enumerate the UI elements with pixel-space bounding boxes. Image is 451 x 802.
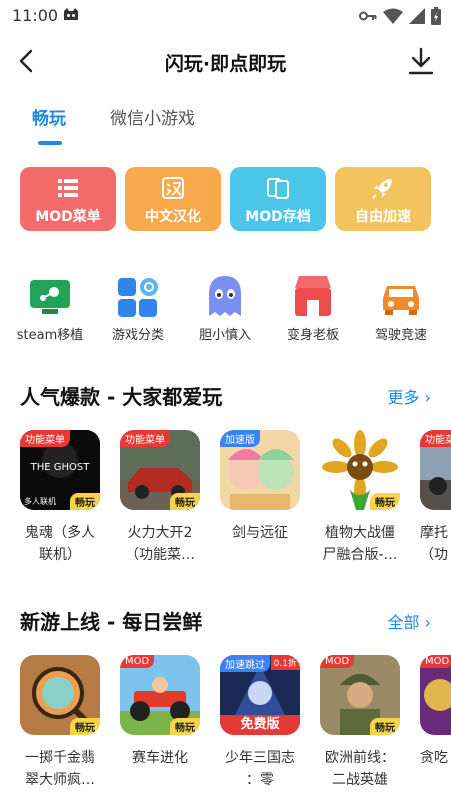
more-link[interactable]: 更多 ›	[388, 384, 432, 408]
free-speedup-label: 自由加速	[355, 209, 411, 225]
popular-games-row: 功能菜单 THE GHOST 多人联机 畅玩 鬼魂（多人 联机） 功能菜单 畅玩 …	[0, 430, 451, 580]
category-row: steam移植 游戏分类 胆小慎入 变身老板 驾驶竞速	[0, 272, 451, 352]
tab-changwan[interactable]: 畅玩	[32, 104, 66, 129]
active-tab-indicator	[38, 141, 62, 145]
game-name: 一掷千金翡 翠大师疯…	[25, 750, 95, 788]
cat-notification-icon	[64, 8, 78, 20]
game-name: 少年三国志 ：零	[225, 750, 295, 788]
game-icon[interactable]: 畅玩	[320, 430, 400, 510]
category-label: 驾驶竞速	[374, 328, 427, 343]
chinese-localization-button[interactable]: 中文汉化	[125, 167, 221, 231]
game-icon[interactable]: 功能菜单 THE GHOST 多人联机 畅玩	[20, 430, 100, 510]
feature-buttons: MOD菜单 中文汉化 MOD存档 自由加速	[20, 167, 432, 233]
game-card[interactable]: 功能菜单 畅玩 火力大开2 （功能菜…	[120, 430, 212, 566]
page-title: 闪玩·即点即玩	[164, 53, 287, 75]
shop-icon	[295, 276, 331, 316]
game-icon[interactable]: 加速跳过 0.1折 免费版	[220, 655, 300, 735]
game-card[interactable]: 加速跳过 0.1折 免费版 少年三国志 ：零	[220, 655, 312, 791]
section-title: 人气爆款 - 大家都爱玩	[20, 385, 223, 409]
play-badge: 畅玩	[370, 493, 400, 510]
game-icon[interactable]: 功能菜单 畅玩	[120, 430, 200, 510]
play-badge: 畅玩	[170, 493, 200, 510]
discount-tag: 0.1折	[270, 655, 300, 670]
new-games-row: 畅玩 一掷千金翡 翠大师疯… MOD 畅玩 赛车进化 加速跳过 0.1折 免费版…	[0, 655, 451, 802]
battery-icon	[431, 7, 441, 25]
game-name: 赛车进化	[132, 750, 188, 766]
category-label: 胆小慎入	[198, 328, 251, 343]
game-icon[interactable]: 畅玩	[20, 655, 100, 735]
category-game-types[interactable]: 游戏分类	[93, 272, 183, 343]
game-name: 植物大战僵 尸融合版-…	[322, 525, 398, 563]
game-name: 贪吃	[420, 750, 448, 766]
game-card[interactable]: MOD 畅玩 赛车进化	[120, 655, 212, 769]
game-tag: 加速版	[220, 430, 260, 447]
category-scary[interactable]: 胆小慎入	[180, 272, 270, 343]
game-icon[interactable]: MOD 畅玩	[320, 655, 400, 735]
game-card[interactable]: 功能菜单 摩托（功	[420, 430, 451, 566]
game-name: 剑与远征	[232, 525, 288, 541]
game-tag: 功能菜单	[120, 430, 170, 447]
game-name: 鬼魂（多人 联机）	[25, 525, 95, 563]
category-label: steam移植	[16, 328, 84, 343]
top-app-bar: 闪玩·即点即玩	[0, 40, 451, 84]
category-boss[interactable]: 变身老板	[268, 272, 358, 343]
tab-wechat-minigames[interactable]: 微信小游戏	[110, 104, 195, 129]
mod-save-label: MOD存档	[245, 209, 311, 225]
category-label: 变身老板	[286, 328, 339, 343]
game-card[interactable]: 功能菜单 THE GHOST 多人联机 畅玩 鬼魂（多人 联机）	[20, 430, 112, 566]
play-badge: 畅玩	[70, 493, 100, 510]
game-icon[interactable]: MOD	[420, 655, 451, 735]
category-steam[interactable]: steam移植	[5, 272, 95, 343]
game-tag: 加速跳过	[220, 655, 270, 672]
section-title: 新游上线 - 每日尝鲜	[20, 610, 203, 634]
section-header-new: 新游上线 - 每日尝鲜 全部 ›	[20, 606, 431, 636]
game-tag: 功能菜单	[420, 430, 451, 447]
game-card[interactable]: 畅玩 一掷千金翡 翠大师疯…	[20, 655, 112, 791]
mod-menu-button[interactable]: MOD菜单	[20, 167, 116, 231]
game-icon[interactable]: 加速版	[220, 430, 300, 510]
free-speedup-button[interactable]: 自由加速	[335, 167, 431, 231]
game-card[interactable]: MOD 贪吃	[420, 655, 451, 769]
chinese-localization-label: 中文汉化	[145, 209, 201, 225]
category-racing[interactable]: 驾驶竞速	[356, 272, 446, 343]
play-badge: 畅玩	[70, 718, 100, 735]
download-icon[interactable]	[407, 46, 435, 76]
signal-icon	[409, 8, 425, 24]
car-icon	[383, 286, 419, 315]
game-name: 火力大开2 （功能菜…	[125, 525, 195, 563]
game-tag: MOD	[120, 655, 155, 668]
game-tag: MOD	[320, 655, 355, 668]
free-version-banner: 免费版	[220, 715, 300, 735]
rocket-icon	[372, 179, 392, 199]
game-icon-title: THE GHOST	[30, 462, 90, 473]
game-name: 摩托 （功	[420, 525, 448, 563]
tab-bar: 畅玩 微信小游戏	[0, 104, 451, 148]
play-badge: 畅玩	[370, 718, 400, 735]
mod-save-button[interactable]: MOD存档	[230, 167, 326, 231]
all-link[interactable]: 全部 ›	[388, 609, 432, 633]
section-header-popular: 人气爆款 - 大家都爱玩 更多 ›	[20, 381, 431, 411]
cards-icon	[267, 178, 289, 199]
wifi-icon	[383, 8, 403, 24]
game-card[interactable]: MOD 畅玩 欧洲前线： 二战英雄	[320, 655, 412, 791]
key-icon	[359, 11, 377, 21]
steam-monitor-icon	[30, 280, 70, 314]
game-name: 欧洲前线： 二战英雄	[325, 750, 395, 788]
list-icon	[58, 179, 78, 197]
mod-menu-label: MOD菜单	[35, 209, 101, 225]
category-label: 游戏分类	[111, 328, 164, 343]
game-icon[interactable]: MOD 畅玩	[120, 655, 200, 735]
game-card[interactable]: 畅玩 植物大战僵 尸融合版-…	[320, 430, 412, 566]
play-badge: 畅玩	[170, 718, 200, 735]
game-icon-subtitle: 多人联机	[24, 497, 56, 506]
chinese-char-icon	[162, 177, 184, 199]
game-icon[interactable]: 功能菜单	[420, 430, 451, 510]
game-tag: MOD	[420, 655, 451, 668]
ghost-icon	[209, 276, 241, 316]
status-bar: 11:00	[0, 0, 451, 32]
game-tag: 功能菜单	[20, 430, 70, 447]
status-time: 11:00	[12, 6, 59, 25]
game-card[interactable]: 加速版 剑与远征	[220, 430, 312, 544]
grid-search-icon	[118, 278, 158, 317]
